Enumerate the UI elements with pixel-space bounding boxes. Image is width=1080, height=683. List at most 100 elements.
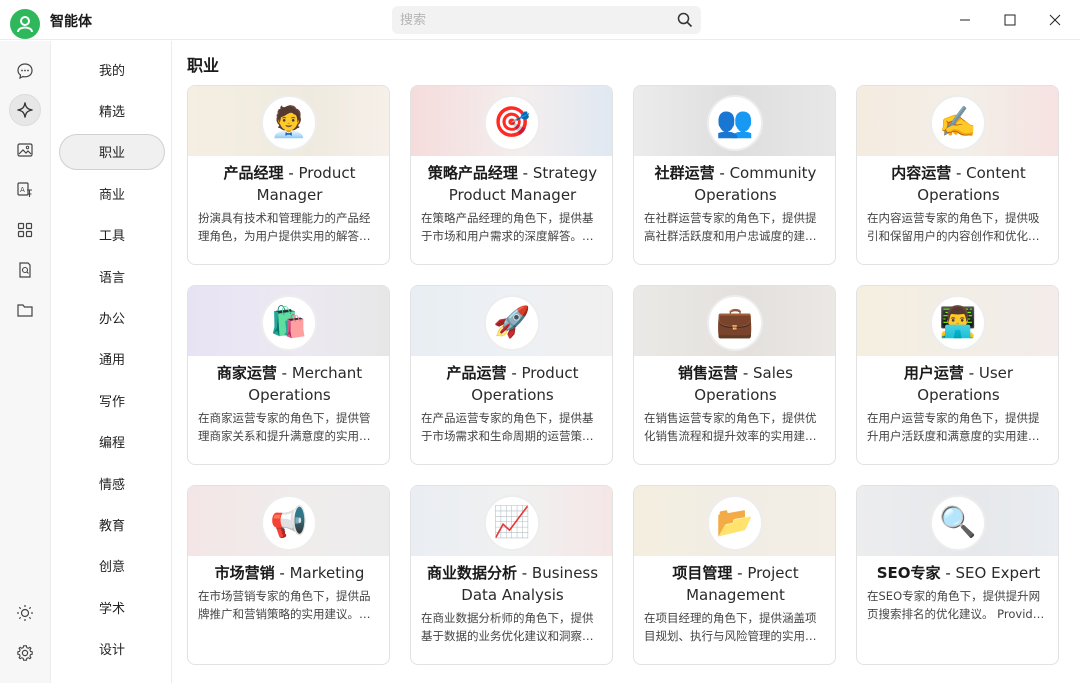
megaphone-icon: 📢 (270, 505, 308, 540)
card-title: 用户运营 - User Operations (863, 362, 1054, 406)
category-item[interactable]: 情感 (59, 465, 165, 501)
writing-hand-icon: ✍️ (939, 105, 977, 140)
card-title-separator: - (738, 364, 754, 382)
category-item[interactable]: 办公 (59, 299, 165, 335)
card-description: 在产品运营专家的角色下，提供基于市场需求和生命周期的运营策… (421, 411, 594, 443)
card-title: 社群运营 - Community Operations (640, 162, 831, 206)
rail-translate-button[interactable]: A (9, 174, 41, 206)
card-title-separator: - (517, 164, 533, 182)
category-item[interactable]: 商业 (59, 175, 165, 211)
office-worker-icon: 🧑‍💼 (270, 105, 308, 140)
card-description: 在用户运营专家的角色下，提供提升用户活跃度和满意度的实用建… (867, 411, 1040, 443)
agent-card[interactable]: 💼 销售运营 - Sales Operations 在销售运营专家的角色下，提供优化… (633, 285, 836, 465)
rail-chat-button[interactable] (9, 55, 41, 87)
card-title-separator: - (963, 364, 979, 382)
card-title-separator: - (283, 164, 299, 182)
card-title-zh: 商业数据分析 (426, 564, 517, 582)
agent-card[interactable]: 🛍️ 商家运营 - Merchant Operations 在商家运营专家的角色下，… (187, 285, 390, 465)
user-icon (17, 16, 33, 33)
search-icon[interactable] (677, 12, 693, 28)
rail-docs-button[interactable] (9, 254, 41, 286)
card-title: 内容运营 - Content Operations (863, 162, 1054, 206)
agent-card[interactable]: 👨‍💻 用户运营 - User Operations 在用户运营专家的角色下，提供提… (856, 285, 1059, 465)
category-item[interactable]: 设计 (59, 631, 165, 667)
agent-card[interactable]: 📈 商业数据分析 - Business Data Analysis 在商业数据分析师… (410, 485, 613, 665)
nav-rail: A (0, 41, 50, 683)
category-item[interactable]: 编程 (59, 424, 165, 460)
rail-image-button[interactable] (9, 134, 41, 166)
card-title-zh: 项目管理 (672, 564, 733, 582)
folder-icon (17, 304, 33, 317)
card-description: 在项目经理的角色下，提供涵盖项目规划、执行与风险管理的实用… (644, 611, 817, 643)
card-title: 项目管理 - Project Management (640, 562, 831, 606)
agent-card[interactable]: 📂 项目管理 - Project Management 在项目经理的角色下，提供涵盖… (633, 485, 836, 665)
search-input[interactable] (392, 6, 662, 34)
category-item[interactable]: 我的 (59, 51, 165, 87)
card-title-zh: 销售运营 (678, 364, 739, 382)
chat-bubble-icon (17, 63, 33, 80)
agent-avatar: 💼 (707, 295, 763, 351)
card-description: 在商业数据分析师的角色下，提供基于数据的业务优化建议和洞察… (421, 611, 594, 643)
card-title-zh: 社群运营 (654, 164, 715, 182)
sun-icon (17, 605, 33, 621)
category-item[interactable]: 精选 (59, 92, 165, 128)
card-title: SEO专家 - SEO Expert (863, 562, 1054, 584)
card-title-zh: SEO专家 (876, 564, 941, 582)
search-box[interactable] (392, 6, 701, 34)
category-item[interactable]: 教育 (59, 506, 165, 542)
agent-card[interactable]: 🎯 策略产品经理 - Strategy Product Manager 在策略产品经… (410, 85, 613, 265)
agent-avatar: 👥 (707, 95, 763, 151)
agent-card[interactable]: 🔍 SEO专家 - SEO Expert 在SEO专家的角色下，提供提升网页搜索排名… (856, 485, 1059, 665)
category-item[interactable]: 通用 (59, 341, 165, 377)
agent-card[interactable]: 🧑‍💼 产品经理 - Product Manager 扮演具有技术和管理能力的产品经… (187, 85, 390, 265)
card-description: 在销售运营专家的角色下，提供优化销售流程和提升效率的实用建… (644, 411, 817, 443)
category-item[interactable]: 学术 (59, 589, 165, 625)
main-content: 职业 🧑‍💼 产品经理 - Product Manager 扮演具有技术和管理能力的… (172, 41, 1080, 683)
target-icon: 🎯 (493, 105, 531, 140)
agent-card[interactable]: 🚀 产品运营 - Product Operations 在产品运营专家的角色下，提供… (410, 285, 613, 465)
card-title: 商业数据分析 - Business Data Analysis (417, 562, 608, 606)
agent-card[interactable]: 👥 社群运营 - Community Operations 在社群运营专家的角色下，… (633, 85, 836, 265)
category-item[interactable]: 工具 (59, 217, 165, 253)
agent-avatar: 📈 (484, 495, 540, 551)
card-title-zh: 产品运营 (446, 364, 507, 382)
close-button[interactable] (1035, 6, 1075, 34)
card-title-zh: 策略产品经理 (427, 164, 518, 182)
category-list: 我的精选职业商业工具语言办公通用写作编程情感教育创意学术设计 (50, 41, 172, 683)
minimize-button[interactable] (945, 6, 985, 34)
agent-avatar: 🎯 (484, 95, 540, 151)
card-title-separator: - (951, 164, 967, 182)
chart-increasing-icon: 📈 (493, 505, 531, 540)
category-item[interactable]: 职业 (59, 133, 165, 170)
card-title-separator: - (516, 564, 532, 582)
technologist-icon: 👨‍💻 (939, 305, 977, 340)
agent-card[interactable]: ✍️ 内容运营 - Content Operations 在内容运营专家的角色下，提… (856, 85, 1059, 265)
magnifier-icon: 🔍 (939, 505, 977, 540)
section-title: 职业 (187, 56, 220, 75)
app-title: 智能体 (50, 14, 92, 30)
rail-theme-button[interactable] (9, 597, 41, 629)
category-item[interactable]: 写作 (59, 382, 165, 418)
document-search-icon (19, 262, 31, 278)
rail-files-button[interactable] (9, 294, 41, 326)
svg-text:A: A (20, 186, 25, 194)
user-avatar-logo[interactable] (10, 9, 40, 39)
sparkle-icon (17, 102, 33, 118)
briefcase-icon: 💼 (716, 305, 754, 340)
folder-icon: 📂 (716, 505, 754, 540)
agent-avatar: 📢 (261, 495, 317, 551)
rail-agents-button[interactable] (9, 94, 41, 126)
card-description: 在内容运营专家的角色下，提供吸引和保留用户的内容创作和优化… (867, 211, 1040, 243)
rail-apps-button[interactable] (9, 214, 41, 246)
maximize-button[interactable] (990, 6, 1030, 34)
app-window: 智能体 搜索 A 我的 精选 职业 商业 工具 语言 办公 通用 写作 编程 情… (0, 0, 1080, 683)
card-description: 扮演具有技术和管理能力的产品经理角色，为用户提供实用的解答… (198, 211, 371, 243)
rail-settings-button[interactable] (9, 637, 41, 669)
category-item[interactable]: 语言 (59, 258, 165, 294)
agent-avatar: ✍️ (930, 95, 986, 151)
agent-card[interactable]: 📢 市场营销 - Marketing 在市场营销专家的角色下，提供品牌推广和营销策略… (187, 485, 390, 665)
card-title-en: Marketing (289, 564, 365, 582)
rocket-icon: 🚀 (493, 305, 531, 340)
card-title-zh: 市场营销 (214, 564, 275, 582)
category-item[interactable]: 创意 (59, 548, 165, 584)
